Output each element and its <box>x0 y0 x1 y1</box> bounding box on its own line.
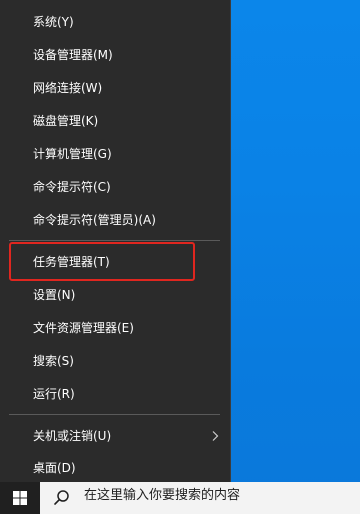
menu-item-settings[interactable]: 设置(N) <box>0 279 230 311</box>
menu-item-label: 设置(N) <box>33 288 76 302</box>
menu-item-label: 系统(Y) <box>33 15 74 29</box>
menu-item-system[interactable]: 系统(Y) <box>0 6 230 38</box>
menu-separator <box>9 414 220 415</box>
menu-item-shutdown-or-sign-out[interactable]: 关机或注销(U) <box>0 420 230 452</box>
windows-logo-icon <box>13 491 27 505</box>
menu-item-file-explorer[interactable]: 文件资源管理器(E) <box>0 312 230 344</box>
menu-item-label: 命令提示符(管理员)(A) <box>33 213 156 227</box>
winx-context-menu: 系统(Y) 设备管理器(M) 网络连接(W) 磁盘管理(K) 计算机管理(G) … <box>0 0 231 482</box>
menu-item-label: 搜索(S) <box>33 354 74 368</box>
menu-item-desktop[interactable]: 桌面(D) <box>0 452 230 484</box>
menu-item-disk-management[interactable]: 磁盘管理(K) <box>0 105 230 137</box>
menu-item-command-prompt-admin[interactable]: 命令提示符(管理员)(A) <box>0 204 230 236</box>
menu-item-label: 网络连接(W) <box>33 81 103 95</box>
menu-item-label: 设备管理器(M) <box>33 48 113 62</box>
menu-item-computer-management[interactable]: 计算机管理(G) <box>0 138 230 170</box>
menu-item-network-connections[interactable]: 网络连接(W) <box>0 72 230 104</box>
menu-item-label: 计算机管理(G) <box>33 147 112 161</box>
menu-item-device-manager[interactable]: 设备管理器(M) <box>0 39 230 71</box>
menu-item-run[interactable]: 运行(R) <box>0 378 230 410</box>
menu-item-label: 文件资源管理器(E) <box>33 321 134 335</box>
task-manager-highlight-box <box>9 242 195 281</box>
search-icon[interactable] <box>52 488 72 508</box>
menu-item-command-prompt[interactable]: 命令提示符(C) <box>0 171 230 203</box>
taskbar-search-box[interactable]: 在这里输入你要搜索的内容 <box>84 488 240 504</box>
menu-item-label: 磁盘管理(K) <box>33 114 99 128</box>
menu-item-label: 命令提示符(C) <box>33 180 111 194</box>
menu-item-label: 关机或注销(U) <box>33 429 112 443</box>
menu-item-label: 运行(R) <box>33 387 75 401</box>
menu-item-search[interactable]: 搜索(S) <box>0 345 230 377</box>
start-button[interactable] <box>0 482 40 514</box>
chevron-right-icon <box>212 431 219 441</box>
menu-item-label: 桌面(D) <box>33 461 76 475</box>
menu-separator <box>9 240 220 241</box>
